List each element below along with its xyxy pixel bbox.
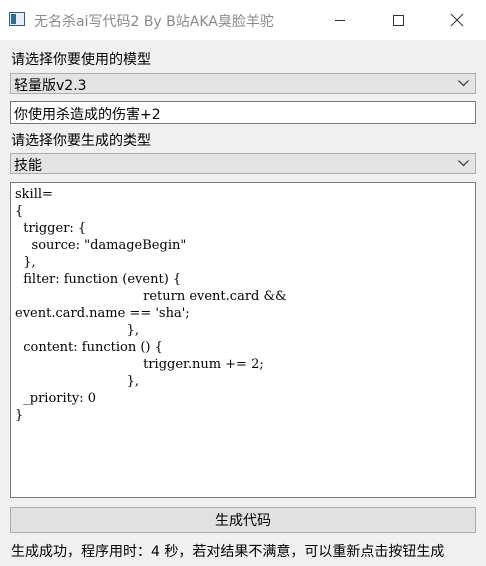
model-select-value: 轻量版v2.3 (14, 78, 87, 94)
type-label: 请选择你要生成的类型 (11, 133, 151, 149)
minimize-icon (335, 20, 345, 21)
app-window-icon (9, 12, 25, 26)
chevron-down-icon (458, 80, 469, 87)
status-text: 生成成功，程序用时：4 秒，若对结果不满意，可以重新点击按钮生成 (11, 544, 445, 560)
code-output-text: skill= { trigger: { source: "damageBegin… (15, 187, 287, 423)
maximize-button[interactable] (375, 0, 421, 40)
window-title: 无名杀ai写代码2 By B站AKA臭脸羊驼 (34, 14, 274, 30)
title-bar: 无名杀ai写代码2 By B站AKA臭脸羊驼 (0, 0, 486, 40)
code-output-area[interactable]: skill= { trigger: { source: "damageBegin… (10, 182, 476, 498)
prompt-input[interactable]: 你使用杀造成的伤害+2 (10, 101, 476, 124)
model-label: 请选择你要使用的模型 (11, 52, 151, 68)
close-button[interactable] (434, 0, 480, 40)
model-select[interactable]: 轻量版v2.3 (10, 73, 476, 94)
generate-code-button[interactable]: 生成代码 (10, 507, 476, 533)
type-select[interactable]: 技能 (10, 153, 476, 174)
minimize-button[interactable] (317, 0, 363, 40)
chevron-down-icon (458, 160, 469, 167)
type-select-value: 技能 (14, 158, 42, 174)
maximize-icon (393, 15, 404, 26)
close-icon (450, 13, 464, 27)
